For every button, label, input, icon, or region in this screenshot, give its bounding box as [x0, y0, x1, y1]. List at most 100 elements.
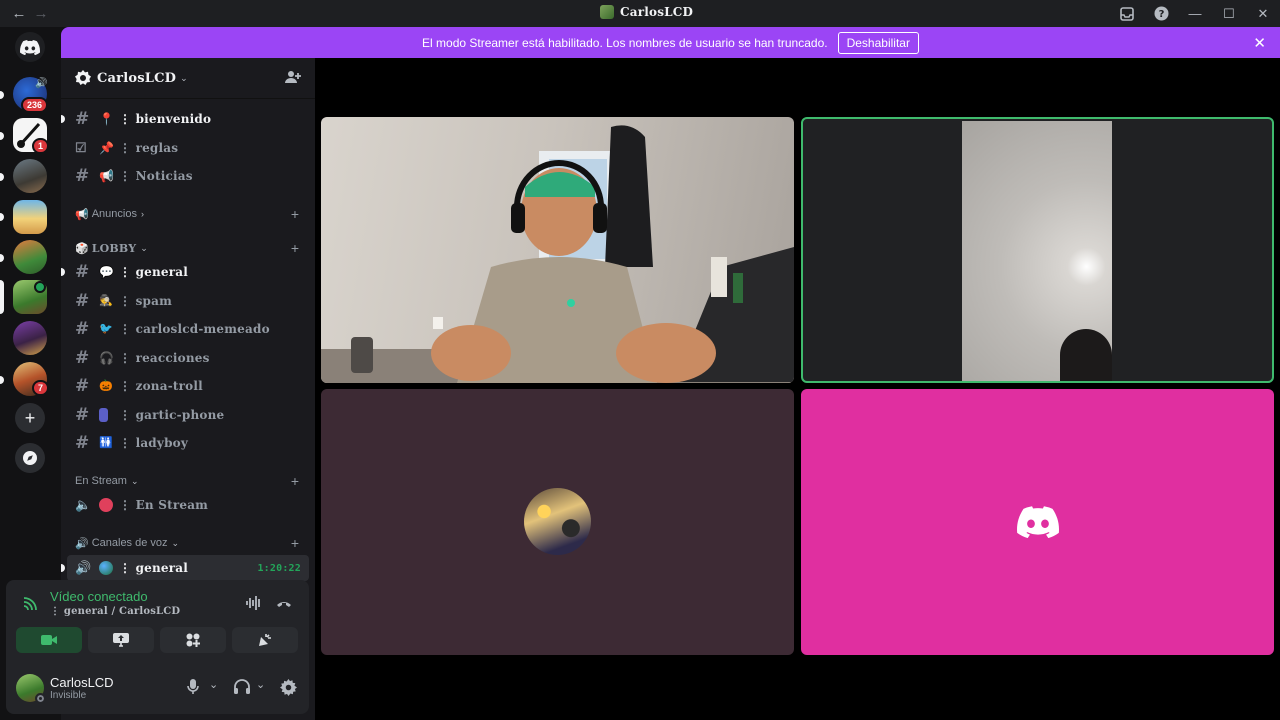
- category-canales-de-voz[interactable]: 🔊 Canales de voz ⌄ +: [75, 534, 305, 552]
- camera-button[interactable]: [16, 627, 82, 653]
- channel-name: ⋮ gartic-phone: [119, 408, 225, 422]
- user-name: CarlosLCD: [50, 675, 114, 690]
- voice-timer: 1:20:22: [257, 562, 301, 574]
- channel-zona-troll[interactable]: # 🎃 ⋮ zona-troll: [67, 373, 309, 399]
- compass-icon[interactable]: [15, 443, 45, 473]
- voice-location[interactable]: ⋮ general / CarlosLCD: [50, 606, 180, 617]
- megaphone-icon: 📢: [75, 208, 89, 221]
- screen-share-button[interactable]: [88, 627, 154, 653]
- minimize-icon[interactable]: —: [1178, 0, 1212, 27]
- disable-streamer-mode-button[interactable]: Deshabilitar: [837, 31, 919, 54]
- signal-icon: [22, 596, 38, 617]
- hash-icon: #: [75, 376, 90, 396]
- pin-emoji-icon: 📍: [99, 112, 115, 126]
- activities-button[interactable]: [160, 627, 226, 653]
- avatar-tile-default[interactable]: [801, 389, 1274, 655]
- pushpin-emoji-icon: 📌: [99, 141, 115, 155]
- plus-icon[interactable]: +: [291, 206, 299, 222]
- speech-bubble-emoji-icon: 💬: [99, 265, 115, 279]
- user-area: CarlosLCD Invisible ⌄ ⌄: [12, 666, 303, 710]
- discord-logo-icon: [1016, 506, 1059, 538]
- guild-header[interactable]: CarlosLCD ⌄: [61, 58, 315, 99]
- user-info[interactable]: CarlosLCD Invisible: [50, 675, 114, 701]
- channel-spam[interactable]: # 🕵 ⋮ spam: [67, 288, 309, 314]
- unread-indicator: [0, 91, 4, 99]
- help-icon[interactable]: ?: [1144, 0, 1178, 27]
- channel-name: ⋮ spam: [119, 294, 172, 308]
- pumpkin-emoji-icon: 🎃: [99, 379, 113, 392]
- activities-icon: [186, 633, 200, 647]
- plus-icon[interactable]: +: [291, 473, 299, 489]
- soundboard-icon: [259, 634, 271, 646]
- hash-icon: #: [75, 405, 90, 425]
- hash-icon: #: [75, 109, 90, 129]
- close-window-icon[interactable]: ✕: [1246, 0, 1280, 27]
- channel-name: ⋮ bienvenido: [119, 112, 212, 126]
- unread-indicator: [61, 268, 65, 276]
- video-tile-participant-speaking[interactable]: [801, 117, 1274, 383]
- mention-badge: 236: [21, 97, 49, 113]
- soundboard-button[interactable]: [232, 627, 298, 653]
- settings-gear-icon[interactable]: [280, 679, 297, 701]
- channel-reglas[interactable]: ☑ 📌 ⋮ reglas: [67, 135, 309, 161]
- close-icon[interactable]: ✕: [1253, 34, 1266, 52]
- add-user-icon[interactable]: [285, 69, 301, 88]
- category-en-stream[interactable]: En Stream ⌄ +: [75, 472, 305, 490]
- disconnect-icon[interactable]: [276, 597, 292, 615]
- channel-bienvenido[interactable]: # 📍 ⋮ bienvenido: [67, 106, 309, 132]
- channel-ladyboy[interactable]: # 🚻 ⋮ ladyboy: [67, 430, 309, 456]
- red-circle-emoji-icon: [99, 498, 113, 512]
- channel-reacciones[interactable]: # 🎧 ⋮ reacciones: [67, 345, 309, 371]
- speaker-active-icon: 🔊: [75, 560, 92, 576]
- unread-indicator: [61, 115, 65, 123]
- video-tile-participant[interactable]: [321, 117, 794, 383]
- avatar-tile[interactable]: [321, 389, 794, 655]
- chevron-down-icon[interactable]: ⌄: [209, 678, 218, 691]
- guild-name: CarlosLCD: [97, 70, 177, 86]
- user-status: Invisible: [50, 690, 87, 701]
- channel-en-stream[interactable]: 🔈 ⋮ En Stream: [67, 492, 309, 518]
- window-title: CarlosLCD: [600, 5, 693, 19]
- server-icon[interactable]: [13, 240, 47, 274]
- megaphone-emoji-icon: 📢: [99, 169, 115, 183]
- discord-logo-icon[interactable]: [15, 32, 45, 62]
- phone-emoji-icon: [99, 408, 108, 422]
- unread-indicator: [61, 564, 65, 572]
- voice-status[interactable]: Vídeo conectado: [50, 589, 148, 604]
- maximize-icon[interactable]: ☐: [1212, 0, 1246, 27]
- inbox-icon[interactable]: [1110, 0, 1144, 27]
- chevron-down-icon: ⌄: [180, 72, 188, 83]
- server-icon[interactable]: [13, 321, 47, 355]
- category-lobby[interactable]: 🎲 LOBBY ⌄ +: [75, 239, 305, 257]
- dice-icon: 🎲: [75, 242, 89, 255]
- unread-indicator: [0, 173, 4, 181]
- participant-avatar: [524, 488, 591, 555]
- channel-name: ⋮ reglas: [119, 141, 179, 155]
- category-anuncios[interactable]: 📢 Anuncios › +: [75, 205, 305, 223]
- speaker-icon: 🔊: [35, 78, 48, 89]
- server-icon[interactable]: [13, 200, 47, 234]
- voice-channel-general[interactable]: 🔊 ⋮ general 1:20:22: [67, 555, 309, 581]
- plus-icon[interactable]: +: [291, 240, 299, 256]
- headphones-icon[interactable]: [234, 679, 250, 700]
- speaker-locked-icon: 🔈: [75, 497, 92, 513]
- server-icon[interactable]: [13, 159, 47, 193]
- avatar[interactable]: [16, 674, 46, 704]
- channel-noticias[interactable]: # 📢 ⋮ Noticias: [67, 163, 309, 189]
- plus-icon[interactable]: +: [291, 535, 299, 551]
- noise-suppression-icon[interactable]: [246, 596, 262, 615]
- channel-name: ⋮ ladyboy: [119, 436, 189, 450]
- channel-gartic-phone[interactable]: # ⋮ gartic-phone: [67, 402, 309, 428]
- chevron-down-icon[interactable]: ⌄: [256, 678, 265, 691]
- add-server-icon[interactable]: +: [15, 403, 45, 433]
- chevron-right-icon: ›: [140, 209, 144, 219]
- category-label: En Stream: [75, 475, 127, 487]
- arrow-left-icon[interactable]: ←: [10, 5, 28, 23]
- microphone-icon[interactable]: [187, 679, 199, 700]
- voice-connection-panel: Vídeo conectado ⋮ general / CarlosLCD Ca…: [6, 580, 309, 714]
- arrow-right-icon[interactable]: →: [32, 5, 50, 23]
- channel-carloslcd-memeado[interactable]: # 🐦 ⋮ carloslcd-memeado: [67, 316, 309, 342]
- hash-icon: #: [75, 291, 90, 311]
- channel-general[interactable]: # 💬 ⋮ general: [67, 259, 309, 285]
- channel-name: ⋮ carloslcd-memeado: [119, 322, 270, 336]
